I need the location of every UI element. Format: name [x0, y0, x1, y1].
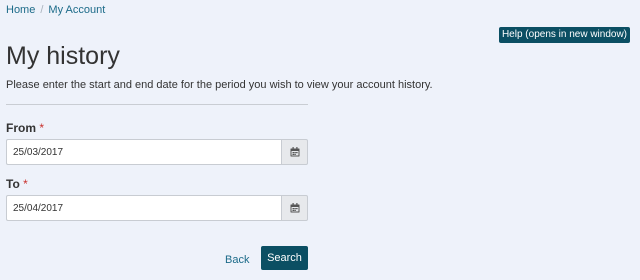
from-label: From *: [6, 121, 44, 135]
to-date-input[interactable]: [6, 195, 281, 221]
back-link[interactable]: Back: [225, 253, 249, 267]
page-title: My history: [6, 42, 120, 70]
breadcrumb-separator: /: [40, 4, 44, 16]
divider: [6, 104, 308, 105]
from-date-input[interactable]: [6, 139, 281, 165]
search-button[interactable]: Search: [261, 246, 308, 270]
to-label-text: To: [6, 177, 20, 191]
to-calendar-button[interactable]: [281, 195, 308, 221]
required-marker: *: [39, 121, 45, 135]
my-history-page: Home / My Account Help (opens in new windo…: [0, 0, 640, 280]
from-label-text: From: [6, 121, 36, 135]
intro-text: Please enter the start and end date for …: [6, 79, 433, 91]
from-calendar-button[interactable]: [281, 139, 308, 165]
breadcrumb-my-account-link[interactable]: My Account: [48, 4, 105, 16]
calendar-icon: [290, 203, 300, 213]
help-button[interactable]: Help (opens in new window): [499, 27, 630, 43]
from-date-group: [6, 139, 308, 165]
breadcrumb-home-link[interactable]: Home: [6, 4, 35, 16]
to-date-group: [6, 195, 308, 221]
to-label: To *: [6, 177, 28, 191]
required-marker: *: [23, 177, 28, 191]
calendar-icon: [290, 147, 300, 157]
breadcrumb: Home / My Account: [6, 3, 105, 17]
